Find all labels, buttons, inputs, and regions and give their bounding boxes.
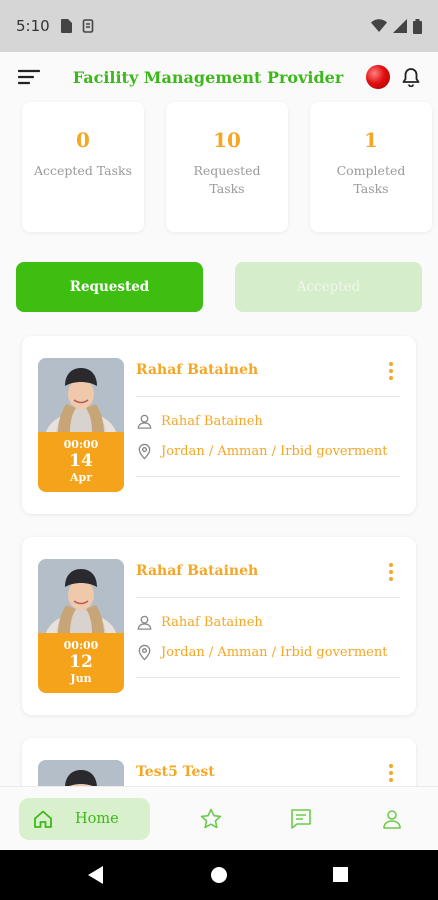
requested-tab-button[interactable]: Requested bbox=[16, 262, 203, 312]
nav-home-label: Home bbox=[75, 810, 119, 827]
stat-label: Completed Tasks bbox=[336, 163, 406, 196]
recents-icon[interactable] bbox=[333, 867, 348, 882]
task-location-row: Jordan / Amman / Irbid goverment bbox=[136, 644, 387, 661]
task-person-row: Rahaf Bataineh bbox=[136, 413, 263, 430]
chat-icon[interactable] bbox=[289, 807, 313, 831]
wifi-icon bbox=[371, 19, 387, 32]
divider bbox=[136, 597, 400, 598]
bottom-navigation: Home bbox=[0, 786, 438, 850]
task-person-row: Rahaf Bataineh bbox=[136, 614, 263, 631]
task-card[interactable]: 00:00 14 Apr Rahaf Bataineh Rahaf Batain… bbox=[22, 336, 416, 514]
home-icon bbox=[34, 810, 52, 828]
task-thumbnail bbox=[38, 760, 124, 786]
more-vertical-icon[interactable] bbox=[382, 360, 400, 382]
task-list[interactable]: 00:00 14 Apr Rahaf Bataineh Rahaf Batain… bbox=[0, 322, 438, 786]
location-pin-icon bbox=[138, 443, 151, 460]
home-circle-icon[interactable] bbox=[211, 867, 227, 883]
task-person: Rahaf Bataineh bbox=[161, 615, 263, 630]
stat-label: Accepted Tasks bbox=[33, 163, 133, 178]
status-bar: 5:10 bbox=[0, 0, 438, 52]
stat-card-requested[interactable]: 10 Requested Tasks bbox=[166, 102, 288, 232]
stat-card-completed[interactable]: 1 Completed Tasks bbox=[310, 102, 432, 232]
back-icon[interactable] bbox=[88, 866, 103, 884]
system-navigation-bar bbox=[0, 850, 438, 900]
menu-icon[interactable] bbox=[18, 69, 40, 85]
task-month: Apr bbox=[69, 471, 93, 484]
task-day: 12 bbox=[69, 652, 93, 672]
battery-icon bbox=[413, 18, 422, 34]
page-title: Facility Management Provider bbox=[72, 67, 344, 87]
location-pin-icon bbox=[138, 644, 151, 661]
bell-icon[interactable] bbox=[402, 67, 420, 87]
divider bbox=[136, 476, 400, 477]
person-icon bbox=[137, 615, 152, 630]
avatar bbox=[38, 358, 124, 432]
avatar bbox=[38, 559, 124, 633]
task-thumbnail: 00:00 12 Jun bbox=[38, 559, 124, 693]
divider bbox=[136, 677, 400, 678]
task-location: Jordan / Amman / Irbid goverment bbox=[161, 645, 388, 660]
task-card[interactable]: Test5 Test bbox=[22, 738, 416, 786]
more-vertical-icon[interactable] bbox=[382, 561, 400, 583]
star-icon[interactable] bbox=[199, 807, 223, 831]
status-indicator[interactable] bbox=[366, 65, 390, 89]
task-person: Rahaf Bataineh bbox=[161, 414, 263, 429]
task-date: 00:00 14 Apr bbox=[38, 432, 124, 492]
app-header: Facility Management Provider bbox=[0, 52, 438, 102]
task-location: Jordan / Amman / Irbid goverment bbox=[161, 444, 388, 459]
stat-value: 0 bbox=[76, 128, 90, 152]
task-card[interactable]: 00:00 12 Jun Rahaf Bataineh Rahaf Batain… bbox=[22, 537, 416, 715]
status-time: 5:10 bbox=[16, 17, 50, 35]
signal-icon bbox=[393, 19, 407, 33]
storage-icon bbox=[82, 19, 93, 33]
divider bbox=[136, 396, 400, 397]
task-title: Rahaf Bataineh bbox=[136, 362, 259, 378]
task-location-row: Jordan / Amman / Irbid goverment bbox=[136, 443, 387, 460]
sim-card-icon bbox=[60, 19, 72, 33]
task-title: Rahaf Bataineh bbox=[136, 563, 259, 579]
task-date: 00:00 12 Jun bbox=[38, 633, 124, 693]
more-vertical-icon[interactable] bbox=[382, 762, 400, 784]
profile-icon[interactable] bbox=[380, 807, 404, 831]
task-day: 14 bbox=[69, 451, 93, 471]
task-time: 00:00 bbox=[63, 438, 99, 451]
avatar bbox=[38, 760, 124, 786]
person-icon bbox=[137, 414, 152, 429]
stat-value: 1 bbox=[364, 128, 378, 152]
task-month: Jun bbox=[70, 672, 92, 685]
task-thumbnail: 00:00 14 Apr bbox=[38, 358, 124, 492]
task-time: 00:00 bbox=[63, 639, 99, 652]
task-title: Test5 Test bbox=[136, 764, 215, 780]
stat-label: Requested Tasks bbox=[193, 163, 261, 196]
stat-value: 10 bbox=[213, 128, 241, 152]
accepted-tab-button[interactable]: Accepted bbox=[235, 262, 422, 312]
stat-card-accepted[interactable]: 0 Accepted Tasks bbox=[22, 102, 144, 232]
nav-home-button[interactable]: Home bbox=[19, 797, 150, 840]
